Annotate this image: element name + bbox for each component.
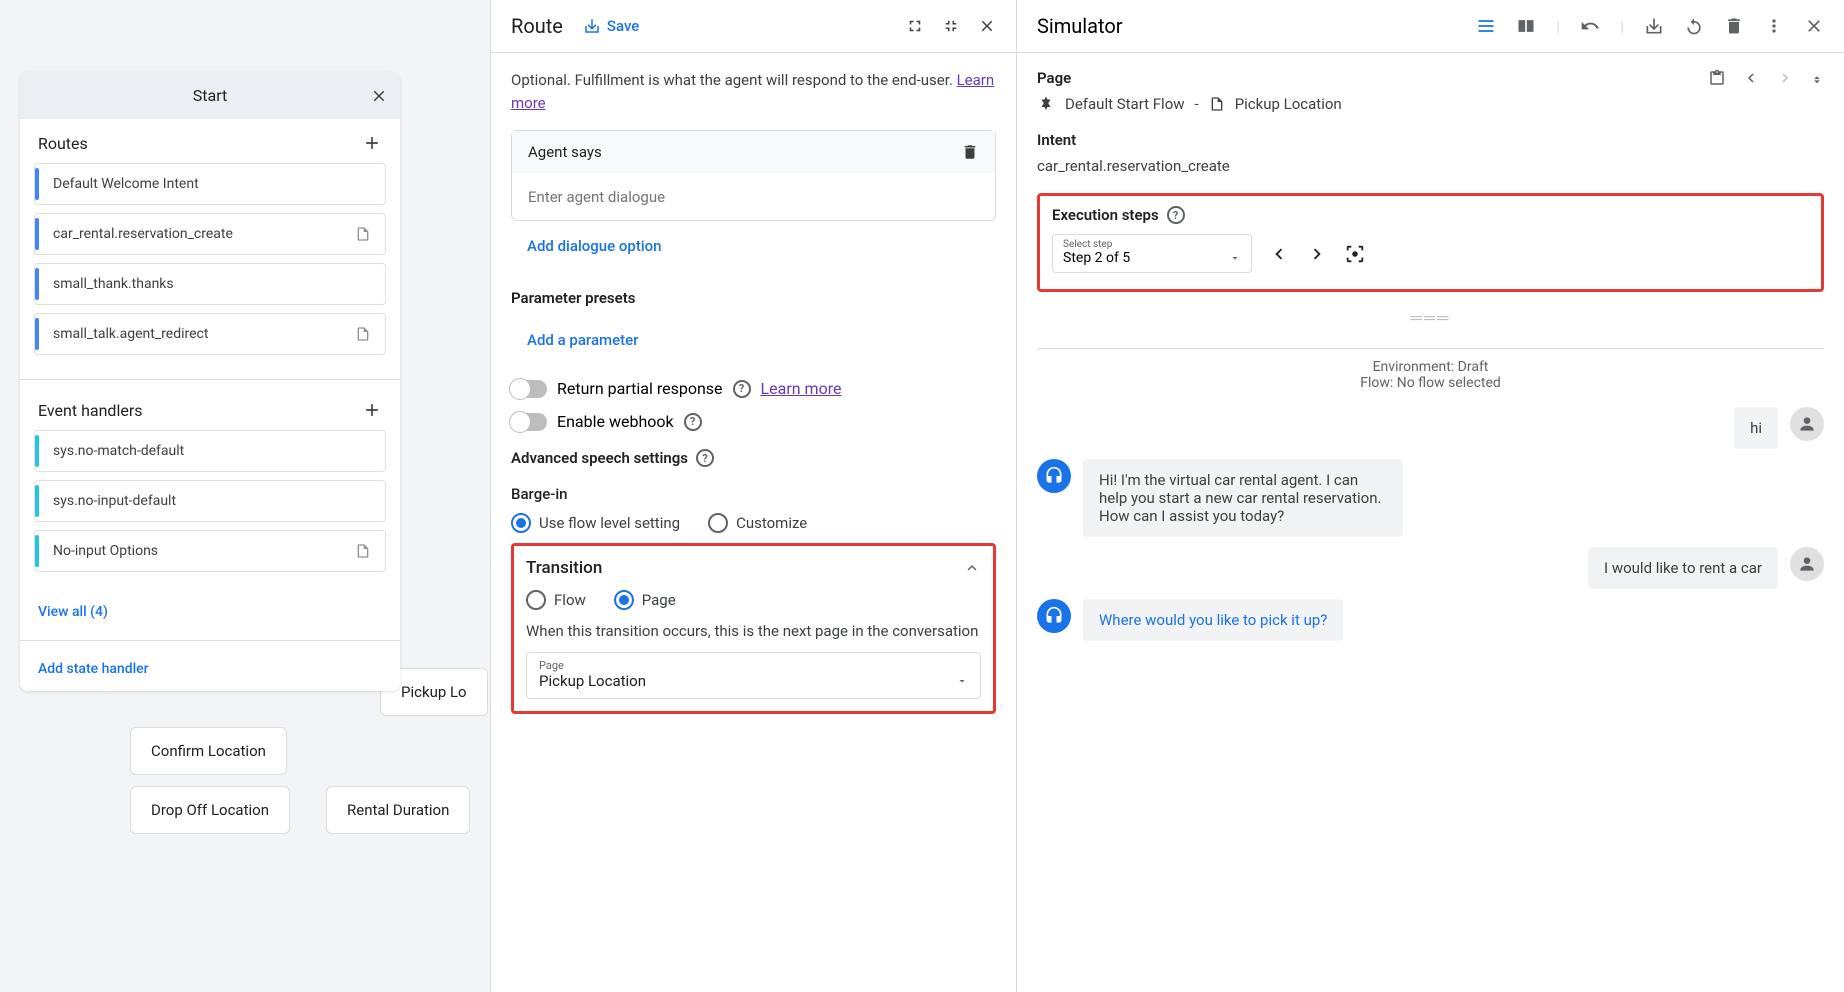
- learn-more-link[interactable]: Learn more: [761, 379, 842, 398]
- fulfillment-desc: Optional. Fulfillment is what the agent …: [511, 69, 996, 114]
- chat-agent-msg: Hi! I'm the virtual car rental agent. I …: [1037, 459, 1824, 537]
- more-icon[interactable]: [1764, 16, 1784, 36]
- param-presets-label: Parameter presets: [511, 289, 996, 307]
- user-avatar-icon: [1790, 407, 1824, 441]
- route-panel: Route Save Optional. Fulfillment is what…: [490, 0, 1016, 992]
- barge-in-label: Barge-in: [511, 485, 996, 503]
- simulator-panel: Simulator | | Page Default Start: [1016, 0, 1844, 992]
- add-event-icon[interactable]: [362, 400, 382, 420]
- save-button[interactable]: Save: [583, 17, 639, 35]
- partial-response-toggle[interactable]: [511, 380, 547, 398]
- page-icon: [355, 226, 371, 242]
- focus-icon[interactable]: [1344, 243, 1366, 265]
- help-icon[interactable]: ?: [733, 380, 751, 398]
- agent-dialogue-input[interactable]: [528, 188, 979, 206]
- transition-label: Transition: [526, 558, 602, 578]
- chat-user-msg: I would like to rent a car: [1037, 547, 1824, 589]
- view-all-link[interactable]: View all (4): [20, 590, 400, 634]
- flow-canvas: Pickup Lo Confirm Location Drop Off Loca…: [0, 0, 490, 992]
- agent-says-label: Agent says: [528, 143, 602, 161]
- download-icon[interactable]: [1644, 16, 1664, 36]
- route-title: Route: [511, 14, 563, 38]
- add-route-icon[interactable]: [362, 133, 382, 153]
- simulator-header: Simulator | |: [1017, 0, 1844, 53]
- view-list-icon[interactable]: [1476, 16, 1496, 36]
- close-icon[interactable]: [1804, 16, 1824, 36]
- route-item[interactable]: small_thank.thanks: [34, 263, 386, 305]
- intent-section-label: Intent: [1037, 131, 1824, 149]
- route-item[interactable]: car_rental.reservation_create: [34, 213, 386, 255]
- help-icon[interactable]: ?: [684, 413, 702, 431]
- collapse-caret-icon[interactable]: [1810, 71, 1824, 85]
- node-rental[interactable]: Rental Duration: [326, 786, 470, 834]
- transition-section: Transition Flow Page When this transitio…: [511, 543, 996, 714]
- simulator-title: Simulator: [1037, 14, 1123, 38]
- page-icon: [355, 543, 371, 559]
- step-next-icon[interactable]: [1306, 243, 1328, 265]
- routes-label: Routes: [38, 134, 88, 153]
- node-confirm[interactable]: Confirm Location: [130, 727, 287, 775]
- speech-settings-label: Advanced speech settings: [511, 449, 688, 467]
- events-list: sys.no-match-default sys.no-input-defaul…: [20, 430, 400, 590]
- expand-icon[interactable]: [906, 17, 924, 35]
- page-icon: [355, 326, 371, 342]
- execution-steps-section: Execution steps ? Select step Step 2 of …: [1037, 193, 1824, 292]
- start-header: Start: [20, 72, 400, 119]
- start-title: Start: [193, 86, 227, 105]
- clipboard-icon[interactable]: [1708, 69, 1726, 87]
- node-dropoff[interactable]: Drop Off Location: [130, 786, 290, 834]
- reset-icon[interactable]: [1684, 16, 1704, 36]
- start-page-card: Start Routes Default Welcome Intent car_…: [20, 72, 400, 691]
- agent-says-box: Agent says: [511, 130, 996, 221]
- transition-flow-radio[interactable]: Flow: [526, 590, 586, 610]
- chevron-up-icon[interactable]: [963, 559, 981, 577]
- routes-section-header: Routes: [20, 119, 400, 163]
- event-item[interactable]: No-input Options: [34, 530, 386, 572]
- help-icon[interactable]: ?: [1167, 206, 1185, 224]
- delete-icon[interactable]: [961, 143, 979, 161]
- routes-list: Default Welcome Intent car_rental.reserv…: [20, 163, 400, 373]
- step-prev-icon[interactable]: [1268, 243, 1290, 265]
- view-split-icon[interactable]: [1516, 16, 1536, 36]
- collapse-icon[interactable]: [942, 17, 960, 35]
- transition-page-radio[interactable]: Page: [614, 590, 676, 610]
- user-avatar-icon: [1790, 547, 1824, 581]
- webhook-label: Enable webhook: [557, 412, 674, 431]
- chat-user-msg: hi: [1037, 407, 1824, 449]
- add-state-handler-link[interactable]: Add state handler: [20, 647, 400, 691]
- chevron-left-icon[interactable]: [1742, 69, 1760, 87]
- agent-avatar-icon: [1037, 599, 1071, 633]
- page-section-label: Page: [1037, 69, 1071, 87]
- transition-desc: When this transition occurs, this is the…: [526, 622, 981, 640]
- add-dialogue-button[interactable]: Add dialogue option: [511, 221, 996, 271]
- undo-icon[interactable]: [1580, 16, 1600, 36]
- chevron-right-icon[interactable]: [1776, 69, 1794, 87]
- intent-value: car_rental.reservation_create: [1037, 157, 1824, 175]
- route-header: Route Save: [491, 0, 1016, 53]
- partial-response-label: Return partial response: [557, 379, 723, 398]
- event-item[interactable]: sys.no-input-default: [34, 480, 386, 522]
- chat-context: Environment: Draft Flow: No flow selecte…: [1037, 348, 1824, 391]
- events-section-header: Event handlers: [20, 386, 400, 430]
- event-item[interactable]: sys.no-match-default: [34, 430, 386, 472]
- barge-customize-radio[interactable]: Customize: [708, 513, 807, 533]
- close-icon[interactable]: [370, 87, 388, 105]
- page-breadcrumb: Default Start Flow - Pickup Location: [1037, 95, 1824, 113]
- chat-agent-msg: Where would you like to pick it up?: [1037, 599, 1824, 641]
- step-select[interactable]: Select step Step 2 of 5: [1052, 234, 1252, 273]
- webhook-toggle[interactable]: [511, 413, 547, 431]
- add-parameter-button[interactable]: Add a parameter: [511, 315, 996, 365]
- page-select[interactable]: Page Pickup Location: [526, 652, 981, 699]
- execution-steps-label: Execution steps: [1052, 206, 1159, 224]
- agent-avatar-icon: [1037, 459, 1071, 493]
- events-label: Event handlers: [38, 401, 143, 420]
- close-icon[interactable]: [978, 17, 996, 35]
- route-item[interactable]: small_talk.agent_redirect: [34, 313, 386, 355]
- barge-flow-radio[interactable]: Use flow level setting: [511, 513, 680, 533]
- delete-icon[interactable]: [1724, 16, 1744, 36]
- help-icon[interactable]: ?: [696, 449, 714, 467]
- route-item[interactable]: Default Welcome Intent: [34, 163, 386, 205]
